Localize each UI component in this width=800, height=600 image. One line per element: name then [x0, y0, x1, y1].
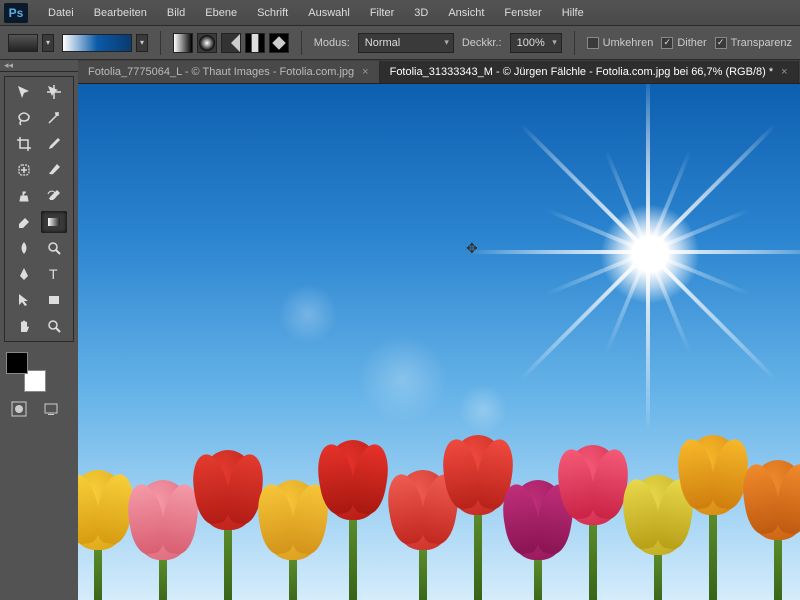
eyedropper-tool[interactable]: [41, 133, 67, 155]
menu-bar: Ps DateiBearbeitenBildEbeneSchriftAuswah…: [0, 0, 800, 26]
dither-checkbox[interactable]: ✓ Dither: [661, 37, 706, 49]
divider: [574, 31, 575, 55]
magic-wand-tool[interactable]: [41, 107, 67, 129]
document-area: Fotolia_7775064_L - © Thaut Images - Fot…: [78, 60, 800, 600]
opacity-label: Deckkr.:: [462, 37, 502, 49]
document-tab[interactable]: Fotolia_7775064_L - © Thaut Images - Fot…: [78, 61, 380, 83]
document-tab[interactable]: Fotolia_31333343_M - © Jürgen Fälchle - …: [380, 61, 799, 83]
screen-mode-icon[interactable]: [38, 398, 64, 420]
tab-bar: Fotolia_7775064_L - © Thaut Images - Fot…: [78, 60, 800, 84]
close-icon[interactable]: ×: [362, 66, 368, 78]
radial-gradient-icon[interactable]: [197, 33, 217, 53]
menu-ansicht[interactable]: Ansicht: [438, 3, 494, 23]
healing-brush-tool[interactable]: [11, 159, 37, 181]
linear-gradient-icon[interactable]: [173, 33, 193, 53]
crop-tool[interactable]: [11, 133, 37, 155]
eraser-tool[interactable]: [11, 211, 37, 233]
menu-bild[interactable]: Bild: [157, 3, 195, 23]
tulip: [198, 450, 258, 600]
checkbox-icon: ✓: [715, 37, 727, 49]
type-tool[interactable]: T: [41, 263, 67, 285]
reverse-checkbox[interactable]: Umkehren: [587, 37, 654, 49]
tulip: [263, 480, 323, 600]
tulip: [683, 435, 743, 600]
foreground-swatch[interactable]: [8, 34, 38, 52]
gradient-dropdown-icon[interactable]: ▾: [136, 34, 148, 52]
toolbox: T: [4, 76, 74, 342]
pen-tool[interactable]: [11, 263, 37, 285]
panel-collapse-icon[interactable]: ◂◂: [0, 60, 78, 72]
rectangle-tool[interactable]: [41, 289, 67, 311]
divider: [301, 31, 302, 55]
left-column: ◂◂ T: [0, 60, 78, 600]
reflected-gradient-icon[interactable]: [245, 33, 265, 53]
tulips: [78, 420, 800, 600]
artboard-tool[interactable]: [41, 81, 67, 103]
sun: [600, 204, 700, 304]
options-bar: ▾ ▾ Modus: Normal Deckkr.: 100% Umkehren…: [0, 26, 800, 60]
opacity-select[interactable]: 100%: [510, 33, 562, 53]
reverse-label: Umkehren: [603, 37, 654, 49]
close-icon[interactable]: ×: [781, 66, 787, 78]
tulip: [133, 480, 193, 600]
blur-tool[interactable]: [11, 237, 37, 259]
diamond-gradient-icon[interactable]: [269, 33, 289, 53]
menu-fenster[interactable]: Fenster: [494, 3, 551, 23]
hand-tool[interactable]: [11, 315, 37, 337]
workspace: ◂◂ T Fotolia_7775064_L - © Thaut Images …: [0, 60, 800, 600]
clone-stamp-tool[interactable]: [11, 185, 37, 207]
gradient-preview[interactable]: [62, 34, 132, 52]
tulip: [393, 470, 453, 600]
tulip: [323, 440, 383, 600]
path-selection-tool[interactable]: [11, 289, 37, 311]
tab-title: Fotolia_31333343_M - © Jürgen Fälchle - …: [390, 66, 774, 78]
history-brush-tool[interactable]: [41, 185, 67, 207]
lasso-tool[interactable]: [11, 107, 37, 129]
dither-label: Dither: [677, 37, 706, 49]
tulip: [78, 470, 128, 600]
brush-tool[interactable]: [41, 159, 67, 181]
checkbox-icon: ✓: [661, 37, 673, 49]
menu-hilfe[interactable]: Hilfe: [552, 3, 594, 23]
color-swatches: [6, 352, 46, 392]
dodge-tool[interactable]: [41, 237, 67, 259]
canvas[interactable]: ✥: [78, 84, 800, 600]
menu-3d[interactable]: 3D: [404, 3, 438, 23]
lens-flare: [278, 284, 338, 344]
tulip: [448, 435, 508, 600]
menu-ebene[interactable]: Ebene: [195, 3, 247, 23]
gradient-tool[interactable]: [41, 211, 67, 233]
tulip: [508, 480, 568, 600]
menu-filter[interactable]: Filter: [360, 3, 404, 23]
swatch-dropdown-icon[interactable]: ▾: [42, 34, 54, 52]
tulip: [563, 445, 623, 600]
angle-gradient-icon[interactable]: [221, 33, 241, 53]
lens-flare: [358, 334, 448, 424]
zoom-tool[interactable]: [41, 315, 67, 337]
menu-auswahl[interactable]: Auswahl: [298, 3, 360, 23]
move-tool[interactable]: [11, 81, 37, 103]
mode-label: Modus:: [314, 37, 350, 49]
app-logo: Ps: [4, 3, 28, 23]
tulip: [748, 460, 800, 600]
transparency-label: Transparenz: [731, 37, 792, 49]
checkbox-icon: [587, 37, 599, 49]
svg-text:T: T: [49, 266, 58, 282]
transparency-checkbox[interactable]: ✓ Transparenz: [715, 37, 792, 49]
gradient-type-group: [173, 33, 289, 53]
menu-schrift[interactable]: Schrift: [247, 3, 298, 23]
foreground-color[interactable]: [6, 352, 28, 374]
mode-select[interactable]: Normal: [358, 33, 454, 53]
tulip: [628, 475, 688, 600]
menu-datei[interactable]: Datei: [38, 3, 84, 23]
tab-title: Fotolia_7775064_L - © Thaut Images - Fot…: [88, 66, 354, 78]
quick-mask-icon[interactable]: [6, 398, 32, 420]
menu-bearbeiten[interactable]: Bearbeiten: [84, 3, 157, 23]
divider: [160, 31, 161, 55]
